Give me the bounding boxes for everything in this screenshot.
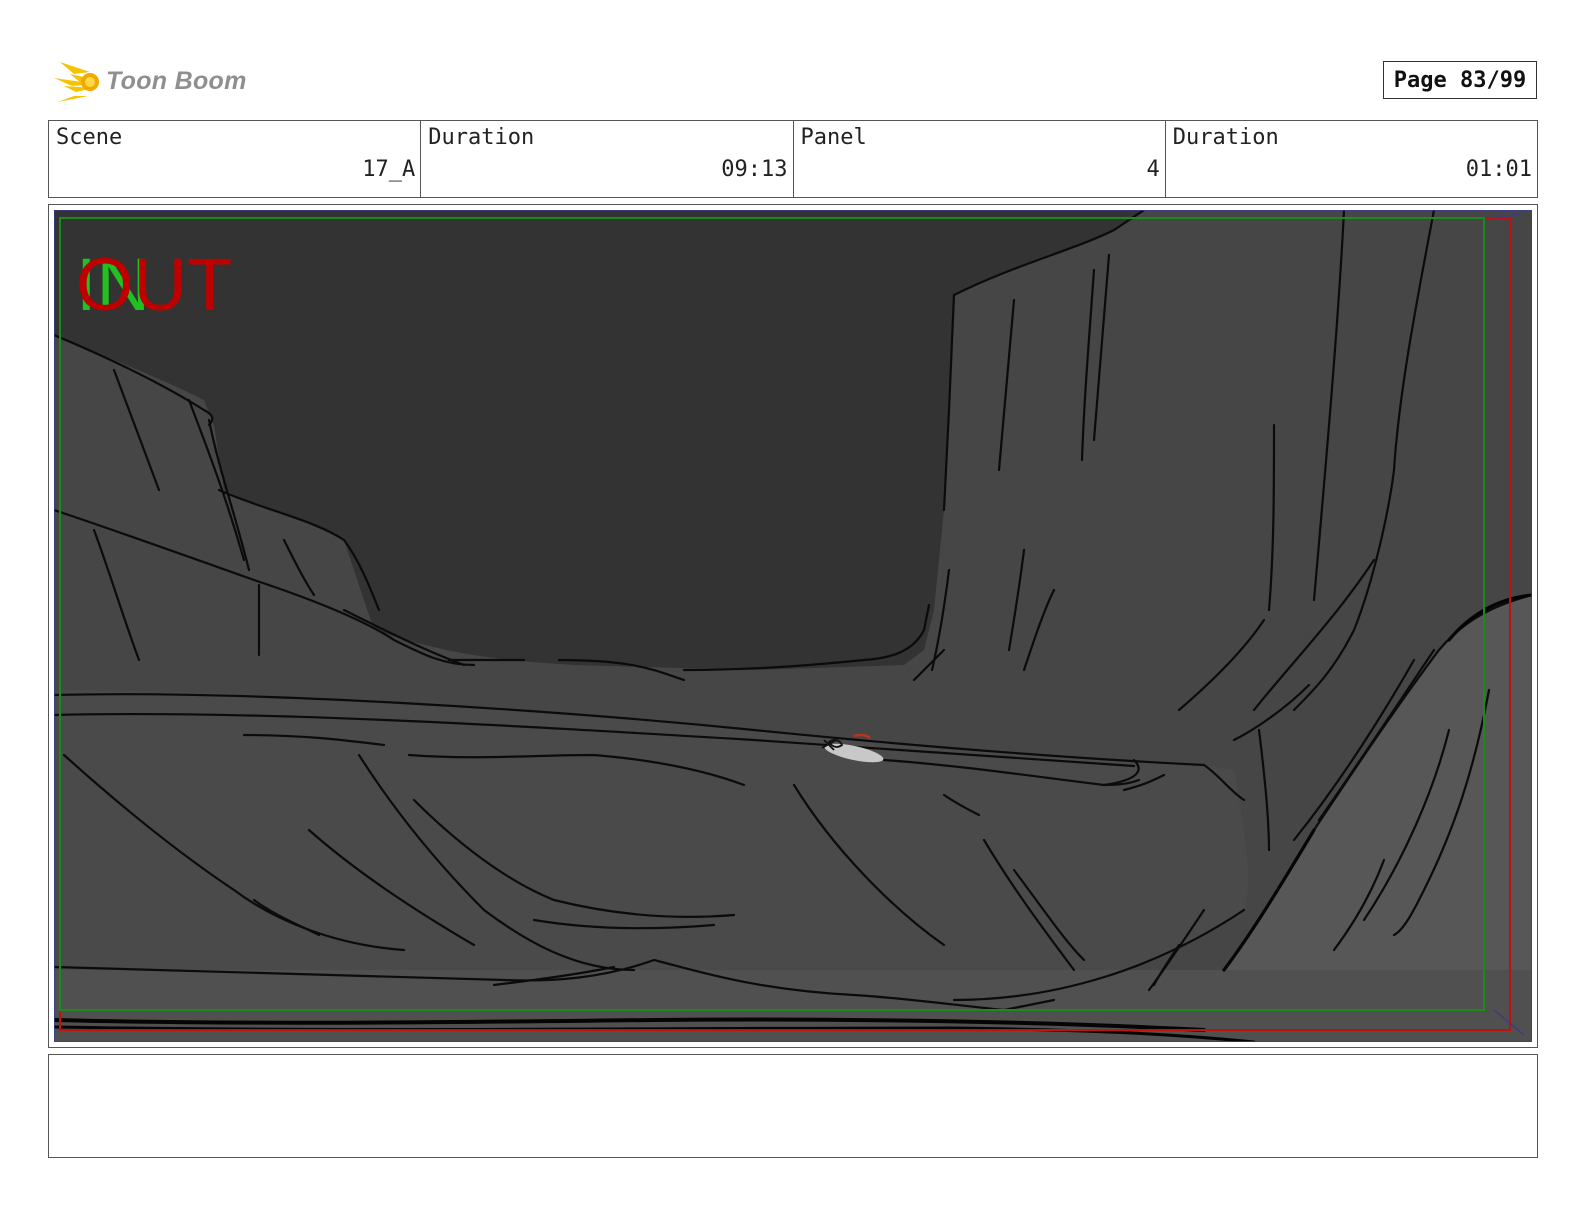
panel-notes-box <box>48 1054 1538 1158</box>
panel-duration-label: Duration <box>1172 125 1279 150</box>
scene-info-table: Scene 17_A Duration 09:13 Panel 4 Durati… <box>48 120 1538 198</box>
scene-cell: Scene 17_A <box>49 121 422 197</box>
toon-boom-logo: Toon Boom <box>50 56 247 106</box>
panel-value: 4 <box>1146 157 1160 182</box>
starburst-logo-icon <box>54 62 99 102</box>
scene-duration-label: Duration <box>428 125 535 150</box>
out-marker: OUT <box>76 243 232 326</box>
bottom-strip <box>54 970 1532 1042</box>
panel-duration-cell: Duration 01:01 <box>1166 121 1537 197</box>
page-number: Page 83/99 <box>1383 61 1537 99</box>
scene-label: Scene <box>56 125 123 150</box>
panel-label: Panel <box>800 125 867 150</box>
logo-text: Toon Boom <box>106 66 247 95</box>
scene-duration-cell: Duration 09:13 <box>421 121 794 197</box>
panel-cell: Panel 4 <box>794 121 1166 197</box>
storyboard-panel: IN OUT <box>48 204 1538 1048</box>
scene-value: 17_A <box>362 157 416 182</box>
panel-drawing: IN OUT <box>54 210 1532 1042</box>
panel-duration-value: 01:01 <box>1465 157 1532 182</box>
scene-duration-value: 09:13 <box>721 157 788 182</box>
